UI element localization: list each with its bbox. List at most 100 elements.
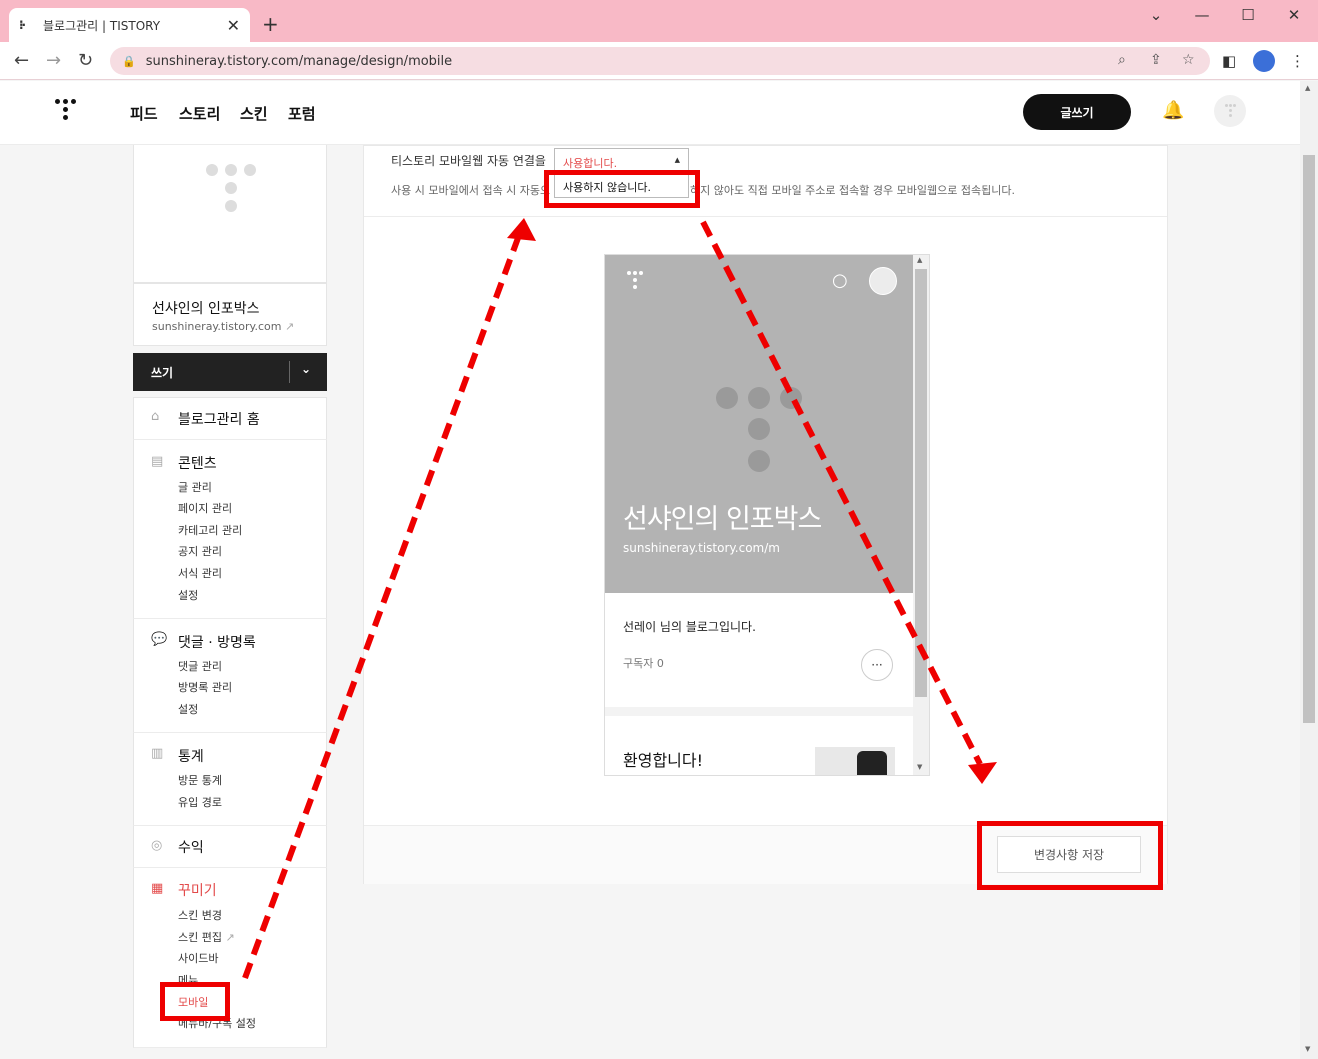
preview-avatar[interactable] [869,267,897,295]
tab-search-icon[interactable]: ⌄ [1133,6,1179,24]
sidebar-item-categories[interactable]: 카테고리 관리 [178,522,242,538]
tistory-logo-icon[interactable] [55,99,81,125]
auto-connect-label: 티스토리 모바일웹 자동 연결을 [391,154,546,168]
nav-forum[interactable]: 포럼 [288,103,316,124]
back-icon[interactable]: ← [14,50,29,71]
annotation-box-save [977,821,1163,890]
user-avatar[interactable] [1214,95,1246,127]
address-bar: ← → ↻ 🔒 sunshineray.tistory.com/manage/d… [0,42,1318,80]
write-divider [289,361,290,383]
window-close-icon[interactable]: ✕ [1271,6,1317,24]
chevron-down-icon[interactable]: ⌄ [301,362,311,376]
section-gap [605,707,913,716]
sidebar-item-posts[interactable]: 글 관리 [178,479,212,495]
sidebar-item-skin-change[interactable]: 스킨 변경 [178,907,222,923]
preview-post-title[interactable]: 환영합니다! [623,747,703,771]
mobile-settings-panel: 티스토리 모바일웹 자동 연결을 사용합니다. ▲ 사용 시 모바일에서 접속 … [363,145,1168,884]
maximize-icon[interactable]: ☐ [1225,6,1271,24]
nav-feed[interactable]: 피드 [130,103,158,124]
forward-icon[interactable]: → [46,50,61,71]
external-link-icon: ↗ [284,320,295,333]
chat-icon: 💬 [151,632,168,647]
nav-skin[interactable]: 스킨 [240,103,268,124]
comment-icon[interactable]: ··· [861,649,893,681]
sidebar-item-home[interactable]: ⌂ 블로그관리 홈 [133,397,327,440]
layout-icon: ▦ [151,881,164,896]
sidebar-item-skin-edit[interactable]: 스킨 편집 ↗ [178,929,235,945]
blog-name[interactable]: 선샤인의 인포박스 [152,298,260,318]
description-text-continued: 하지 않아도 직접 모바일 주소로 접속할 경우 모바일웹으로 접속됩니다. [690,184,1015,197]
url-text: sunshineray.tistory.com/manage/design/mo… [145,53,453,69]
section-title-stats[interactable]: 통계 [178,746,204,766]
annotation-box-mobile [160,982,230,1021]
sidebar-item-templates[interactable]: 서식 관리 [178,565,222,581]
bell-icon[interactable]: 🔔 [1162,100,1184,121]
write-label[interactable]: 쓰기 [151,364,173,381]
sidebar-item-sidebar[interactable]: 사이드바 [178,950,218,966]
share-icon[interactable]: ⇪ [1150,52,1162,68]
nav-story[interactable]: 스토리 [179,103,220,124]
section-title-revenue[interactable]: 수익 [178,837,204,857]
mobile-preview[interactable]: ○ 선샤인의 인포박스 sunshineray.tistory.com/m 선레… [604,254,930,776]
sidebar-item-comment-manage[interactable]: 댓글 관리 [178,658,222,674]
select-value: 사용합니다. [563,157,618,170]
sidebar-item-pages[interactable]: 페이지 관리 [178,500,232,516]
preview-hero: ○ 선샤인의 인포박스 sunshineray.tistory.com/m [605,255,913,593]
write-post-button[interactable]: 글쓰기 [1023,94,1131,130]
preview-scrollbar[interactable]: ▲ ▼ [913,255,929,775]
sidebar-item-visits[interactable]: 방문 통계 [178,772,222,788]
sidebar-section-customize: ▦ 꾸미기 스킨 변경 스킨 편집 ↗ 사이드바 메뉴 모바일 메뉴바/구독 설… [133,868,327,1048]
home-icon: ⌂ [151,409,160,424]
scroll-up-icon[interactable]: ▲ [917,256,922,264]
caret-up-icon: ▲ [674,156,680,164]
sidebar-section-revenue: ◎ 수익 [133,826,327,868]
sidebar-item-comment-settings[interactable]: 설정 [178,701,198,717]
write-bar[interactable]: 쓰기 ⌄ [133,353,327,391]
scroll-down-icon[interactable]: ▼ [917,763,922,771]
section-title-customize[interactable]: 꾸미기 [178,880,217,900]
scroll-up-icon[interactable]: ▲ [1305,84,1310,92]
scroll-down-icon[interactable]: ▼ [1305,1045,1310,1053]
section-title-contents[interactable]: 콘텐츠 [178,453,217,473]
preview-blog-url: sunshineray.tistory.com/m [623,541,780,555]
document-icon: ▤ [151,454,164,469]
tab-title: 블로그관리 | TISTORY [43,18,161,33]
browser-tab[interactable]: ⁝· 블로그관리 | TISTORY ✕ [9,8,250,42]
blog-info-card: 선샤인의 인포박스 sunshineray.tistory.com ↗ [133,283,327,346]
sidebar-item-content-settings[interactable]: 설정 [178,587,198,603]
page-scrollbar[interactable]: ▲ ▼ [1300,81,1318,1059]
sidebar-item-guestbook[interactable]: 방명록 관리 [178,679,232,695]
sidebar-home-label[interactable]: 블로그관리 홈 [178,409,260,429]
preview-blog-title: 선샤인의 인포박스 [623,504,822,535]
browser-tab-bar: ⁝· 블로그관리 | TISTORY ✕ + ⌄ — ☐ ✕ [0,0,1318,42]
url-field[interactable]: 🔒 sunshineray.tistory.com/manage/design/… [110,47,1210,75]
lock-icon: 🔒 [122,54,136,68]
blog-logo-icon [134,145,326,283]
preview-subscribers: 구독자 0 [623,657,664,670]
reload-icon[interactable]: ↻ [78,50,93,71]
blog-url[interactable]: sunshineray.tistory.com ↗ [152,320,294,333]
search-icon[interactable]: ○ [832,270,848,291]
external-link-icon: ↗ [225,931,235,944]
profile-avatar-icon[interactable] [1253,50,1275,72]
zoom-icon[interactable]: ⌕ [1118,52,1126,68]
minimize-icon[interactable]: — [1179,6,1225,24]
sidebar-section-stats: ▥ 통계 방문 통계 유입 경로 [133,733,327,826]
post-thumbnail [815,747,895,775]
chrome-menu-icon[interactable]: ⋮ [1290,52,1305,70]
bookmark-star-icon[interactable]: ☆ [1182,52,1195,68]
tistory-favicon-icon: ⁝· [19,18,26,32]
blog-logo-card [133,145,327,283]
section-title-comments[interactable]: 댓글 · 방명록 [178,632,256,652]
annotation-box-dropdown [544,170,700,208]
divider [364,216,1167,217]
new-tab-button[interactable]: + [262,12,279,36]
tistory-header: 피드 스토리 스킨 포럼 글쓰기 🔔 [0,81,1300,145]
side-panel-icon[interactable]: ◧ [1222,52,1236,70]
sidebar-section-comments: 💬 댓글 · 방명록 댓글 관리 방명록 관리 설정 [133,619,327,733]
sidebar-item-notices[interactable]: 공지 관리 [178,543,222,559]
close-tab-icon[interactable]: ✕ [227,16,240,35]
sidebar-item-referrers[interactable]: 유입 경로 [178,794,222,810]
sidebar-section-contents: ▤ 콘텐츠 글 관리 페이지 관리 카테고리 관리 공지 관리 서식 관리 설정 [133,440,327,619]
description-text: 사용 시 모바일에서 접속 시 자동으 [391,184,551,197]
